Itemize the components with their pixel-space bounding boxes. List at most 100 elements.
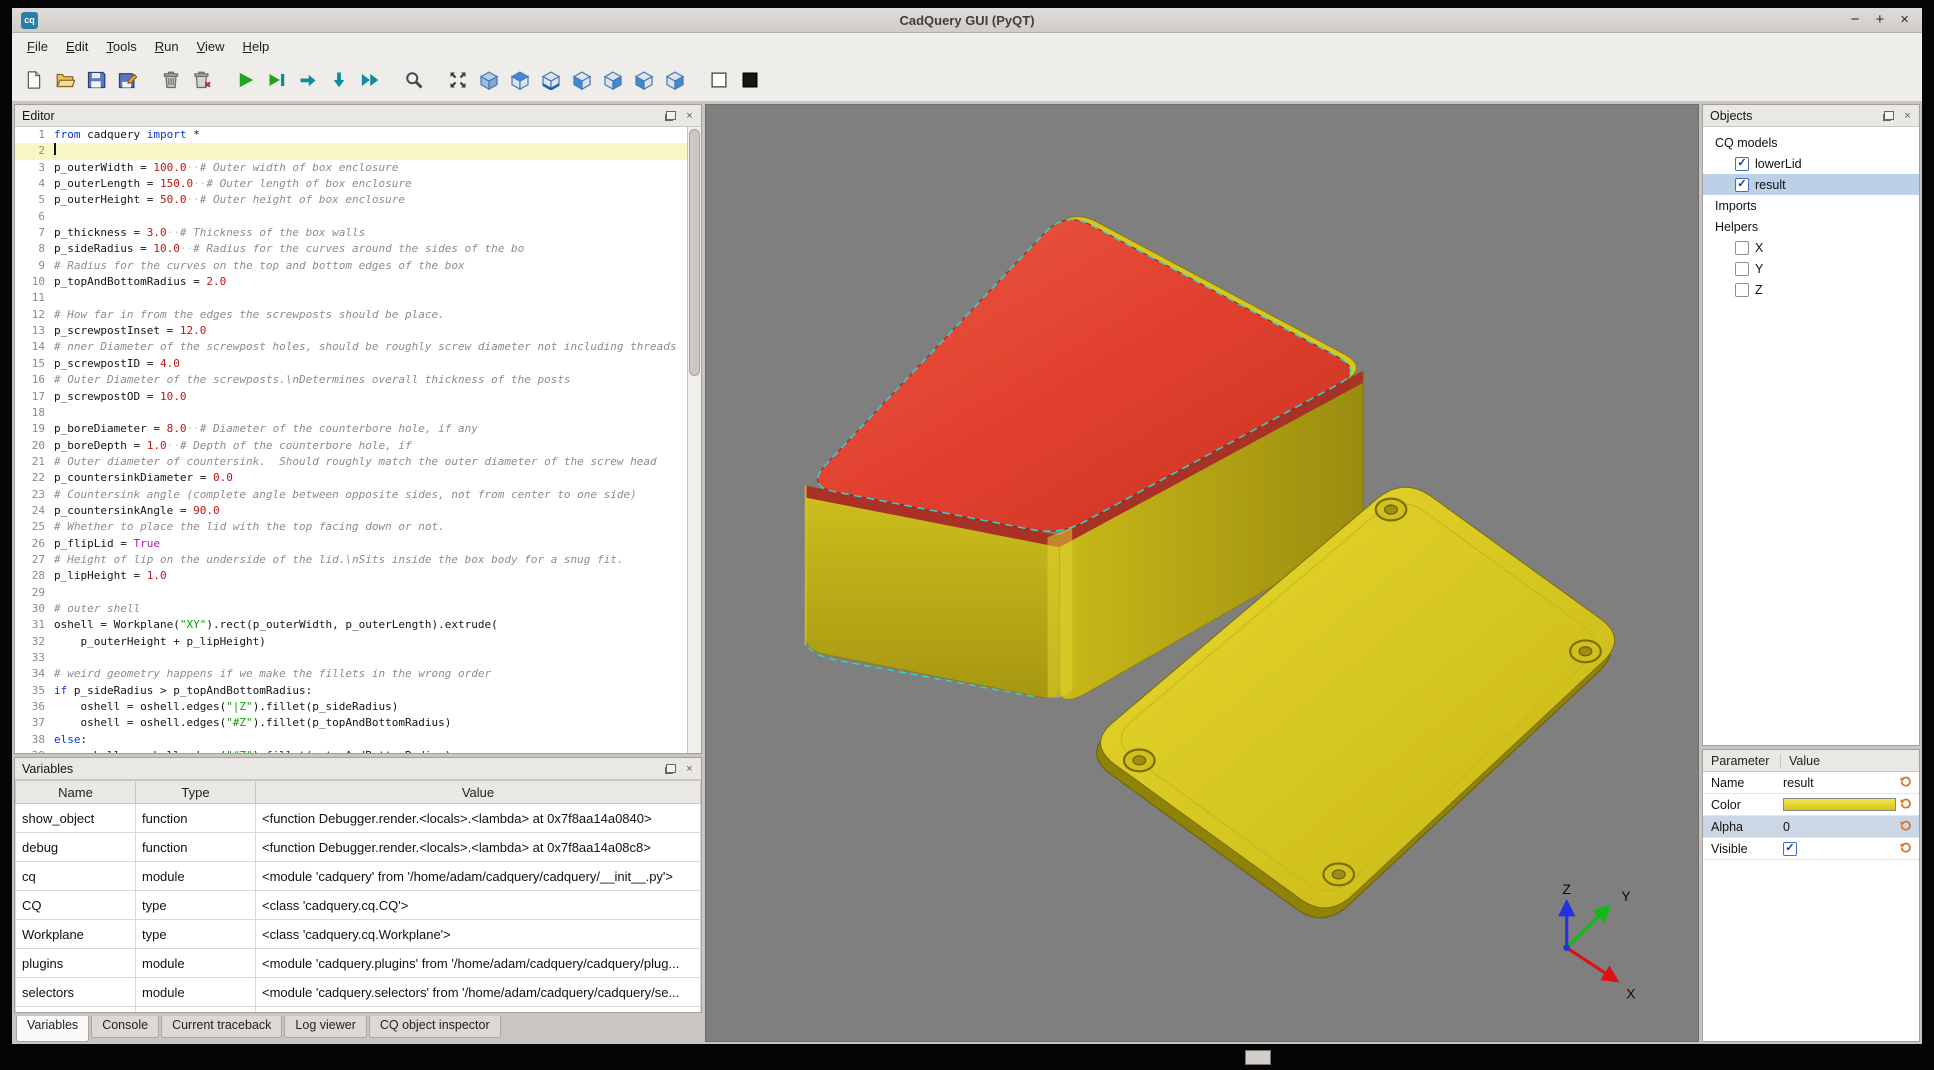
code-line[interactable]: 28p_lipHeight = 1.0 [15,568,687,584]
left-view-button[interactable] [630,66,658,94]
reset-icon[interactable] [1899,776,1916,789]
table-row[interactable]: pluginsmodule<module 'cadquery.plugins' … [16,949,701,978]
checkbox[interactable]: ✓ [1783,842,1797,856]
tree-item-cq-models[interactable]: CQ models [1703,132,1919,153]
maximize-button[interactable]: + [1875,8,1884,32]
code-line[interactable]: 34# weird geometry happens if we make th… [15,666,687,682]
code-line[interactable]: 35if p_sideRadius > p_topAndBottomRadius… [15,683,687,699]
top-view-button[interactable] [506,66,534,94]
splitter-handle[interactable] [1245,1050,1271,1065]
code-line[interactable]: 37 oshell = oshell.edges("#Z").fillet(p_… [15,715,687,731]
close-button[interactable]: × [1900,8,1909,32]
param-value[interactable]: 0 [1781,820,1899,834]
table-row[interactable]: CQtype<class 'cadquery.cq.CQ'> [16,891,701,920]
delete-all-button[interactable] [188,66,216,94]
code-line[interactable]: 5p_outerHeight = 50.0··# Outer height of… [15,192,687,208]
undock-icon[interactable] [663,108,678,123]
code-line[interactable]: 22p_countersinkDiameter = 0.0 [15,470,687,486]
tab-console[interactable]: Console [91,1016,159,1038]
code-line[interactable]: 17p_screwpostOD = 10.0 [15,389,687,405]
code-line[interactable]: 9# Radius for the curves on the top and … [15,258,687,274]
param-value[interactable]: ✓ [1781,842,1899,856]
shaded-button[interactable] [736,66,764,94]
menu-edit[interactable]: Edit [57,36,97,57]
code-line[interactable]: 1from cadquery import * [15,127,687,143]
continue-button[interactable] [356,66,384,94]
front-view-button[interactable] [568,66,596,94]
code-line[interactable]: 8p_sideRadius = 10.0··# Radius for the c… [15,241,687,257]
code-line[interactable]: 12# How far in from the edges the screwp… [15,307,687,323]
code-line[interactable]: 16# Outer Diameter of the screwposts.\nD… [15,372,687,388]
menu-file[interactable]: File [18,36,57,57]
code-line[interactable]: 31oshell = Workplane("XY").rect(p_outerW… [15,617,687,633]
step-into-button[interactable] [325,66,353,94]
close-icon[interactable]: × [682,108,697,123]
code-line[interactable]: 39 oshell = oshell.edges("#Z").fillet(p_… [15,748,687,753]
screenshot-button[interactable] [400,66,428,94]
reset-icon[interactable] [1899,842,1916,855]
param-value[interactable] [1781,798,1899,811]
menu-view[interactable]: View [188,36,234,57]
checkbox[interactable] [1735,262,1749,276]
reset-icon[interactable] [1899,820,1916,833]
tab-cq-object-inspector[interactable]: CQ object inspector [369,1016,501,1038]
color-swatch[interactable] [1783,798,1896,811]
menu-help[interactable]: Help [234,36,279,57]
editor-scrollbar[interactable] [687,127,701,753]
tree-item-imports[interactable]: Imports [1703,195,1919,216]
tree-item-x[interactable]: X [1703,237,1919,258]
scrollbar-thumb[interactable] [689,129,700,376]
save-as-button[interactable] [113,66,141,94]
code-line[interactable]: 36 oshell = oshell.edges("|Z").fillet(p_… [15,699,687,715]
code-line[interactable]: 21# Outer diameter of countersink. Shoul… [15,454,687,470]
checkbox[interactable] [1735,283,1749,297]
table-row[interactable]: cqmodule<module 'cadquery' from '/home/a… [16,862,701,891]
table-row[interactable]: show_objectfunction<function Debugger.re… [16,804,701,833]
code-line[interactable]: 7p_thickness = 3.0··# Thickness of the b… [15,225,687,241]
code-line[interactable]: 2 [15,143,687,159]
reset-icon[interactable] [1899,798,1916,811]
save-button[interactable] [82,66,110,94]
new-button[interactable] [20,66,48,94]
code-line[interactable]: 4p_outerLength = 150.0··# Outer length o… [15,176,687,192]
code-line[interactable]: 19p_boreDiameter = 8.0··# Diameter of th… [15,421,687,437]
fit-view-button[interactable] [444,66,472,94]
code-line[interactable]: 18 [15,405,687,421]
delete-button[interactable] [157,66,185,94]
checkbox[interactable] [1735,241,1749,255]
code-line[interactable]: 6 [15,209,687,225]
code-editor[interactable]: 1from cadquery import *23p_outerWidth = … [15,127,701,753]
tree-item-lowerlid[interactable]: ✓lowerLid [1703,153,1919,174]
code-line[interactable]: 30# outer shell [15,601,687,617]
render-button[interactable] [232,66,260,94]
code-line[interactable]: 32 p_outerHeight + p_lipHeight) [15,634,687,650]
param-value[interactable]: result [1781,776,1899,790]
bottom-view-button[interactable] [537,66,565,94]
code-line[interactable]: 13p_screwpostInset = 12.0 [15,323,687,339]
table-row[interactable]: debugfunction<function Debugger.render.<… [16,833,701,862]
undock-icon[interactable] [663,761,678,776]
right-view-button[interactable] [661,66,689,94]
tab-log-viewer[interactable]: Log viewer [284,1016,366,1038]
iso-view-button[interactable] [475,66,503,94]
debug-button[interactable] [263,66,291,94]
code-line[interactable]: 10p_topAndBottomRadius = 2.0 [15,274,687,290]
code-line[interactable]: 23# Countersink angle (complete angle be… [15,487,687,503]
table-row[interactable]: Workplanetype<class 'cadquery.cq.Workpla… [16,920,701,949]
tree-item-helpers[interactable]: Helpers [1703,216,1919,237]
table-row[interactable]: selectorsmodule<module 'cadquery.selecto… [16,978,701,1007]
close-icon[interactable]: × [1900,108,1915,123]
code-line[interactable]: 25# Whether to place the lid with the to… [15,519,687,535]
3d-viewport[interactable]: Z Y X [705,104,1699,1042]
code-line[interactable]: 27# Height of lip on the underside of th… [15,552,687,568]
open-button[interactable] [51,66,79,94]
table-row[interactable]: Planetype<class 'cadquery.occ_impl.geom.… [16,1007,701,1013]
3d-scene[interactable]: Z Y X [706,105,1698,1041]
checkbox[interactable]: ✓ [1735,178,1749,192]
menu-tools[interactable]: Tools [97,36,145,57]
code-line[interactable]: 33 [15,650,687,666]
menu-run[interactable]: Run [146,36,188,57]
code-line[interactable]: 38else: [15,732,687,748]
tree-item-z[interactable]: Z [1703,279,1919,300]
checkbox[interactable]: ✓ [1735,157,1749,171]
